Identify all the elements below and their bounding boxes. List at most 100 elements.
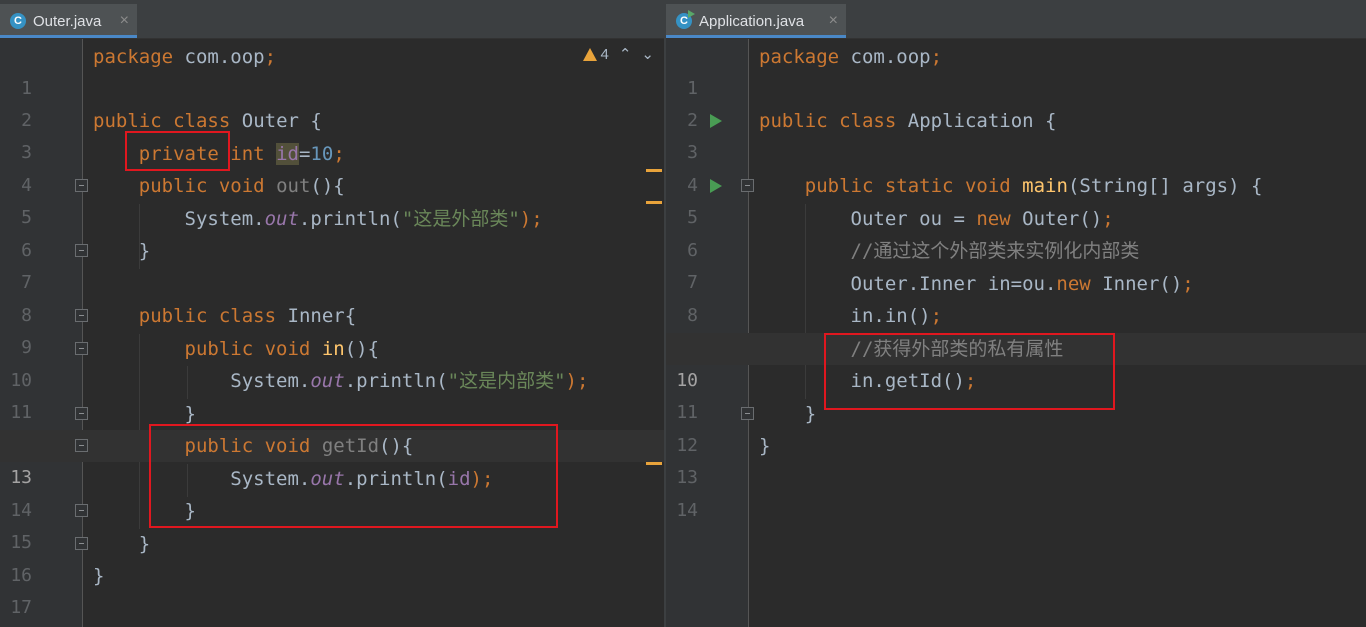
token: package xyxy=(759,46,840,68)
token: public xyxy=(138,305,208,327)
token: static xyxy=(884,175,954,197)
code-line: 17 } xyxy=(0,560,664,618)
token: public xyxy=(184,338,254,360)
code-line: 4 private int id=10; xyxy=(0,138,664,196)
fold-icon[interactable] xyxy=(741,179,754,192)
close-icon[interactable]: × xyxy=(829,13,838,29)
line-number: 14 xyxy=(676,500,698,521)
token: class xyxy=(218,305,277,327)
fold-icon[interactable] xyxy=(75,179,88,192)
token: Outer.Inner in=ou. xyxy=(850,273,1057,295)
token: { xyxy=(298,110,322,132)
token: in xyxy=(321,338,345,360)
code-editor[interactable]: 4 ⌃ ⌄ 1 package com.oop; 2 3 public clas… xyxy=(0,39,664,627)
token: Outer xyxy=(241,110,299,132)
code-line: 1 package com.oop; xyxy=(0,41,664,99)
token: class xyxy=(839,110,897,132)
annotation-box-private xyxy=(125,131,230,171)
fold-end-icon[interactable] xyxy=(75,244,88,257)
code-line: 1 package com.oop; xyxy=(666,41,1366,99)
java-run-class-icon: C xyxy=(676,10,695,29)
token: "这是内部类" xyxy=(447,370,566,392)
fold-end-icon[interactable] xyxy=(741,407,754,420)
fold-end-icon[interactable] xyxy=(75,537,88,550)
annotation-box-getid-call xyxy=(824,333,1115,410)
code-line: 2 xyxy=(666,73,1366,131)
code-line: 9 public class Inner{ xyxy=(0,300,664,358)
run-icon[interactable] xyxy=(710,179,722,193)
warning-stripe[interactable] xyxy=(646,201,662,204)
code-line: 3 public class Outer { xyxy=(0,105,664,163)
token: public xyxy=(804,175,874,197)
warning-stripe[interactable] xyxy=(646,462,662,465)
token: public xyxy=(138,175,208,197)
fold-end-icon[interactable] xyxy=(75,407,88,420)
token: ; xyxy=(264,46,277,68)
token: public xyxy=(759,110,828,132)
token: out xyxy=(276,175,311,197)
token: } xyxy=(138,533,151,555)
active-tab-indicator xyxy=(666,35,846,38)
fold-icon[interactable] xyxy=(75,342,88,355)
tab-bar: C Outer.java × xyxy=(0,0,664,39)
token: System. xyxy=(184,208,265,230)
annotation-box-getid xyxy=(149,424,558,528)
token: System. xyxy=(230,370,311,392)
fold-icon[interactable] xyxy=(75,309,88,322)
token: "这是外部类" xyxy=(401,208,520,230)
token: id xyxy=(276,143,299,165)
code-editor[interactable]: 1 package com.oop; 2 3 public class Appl… xyxy=(666,39,1366,627)
code-line: 18 xyxy=(0,593,664,625)
code-line: 13 } xyxy=(666,430,1366,488)
code-line: 10 public void in(){ xyxy=(0,333,664,391)
token: ); xyxy=(519,208,543,230)
code-line: 9 in.in(); xyxy=(666,300,1366,358)
token: //通过这个外部类来实例化内部类 xyxy=(850,240,1140,262)
token: Inner{ xyxy=(287,305,357,327)
run-icon[interactable] xyxy=(710,114,722,128)
token: int xyxy=(230,143,265,165)
token: void xyxy=(218,175,265,197)
token: { xyxy=(1033,110,1057,132)
token: 10 xyxy=(310,143,334,165)
code-line: 7 //通过这个外部类来实例化内部类 xyxy=(666,235,1366,293)
warning-stripe[interactable] xyxy=(646,169,662,172)
token: } xyxy=(138,240,151,262)
tab-outer-java[interactable]: C Outer.java × xyxy=(0,4,137,38)
editor-pane-outer: C Outer.java × 4 ⌃ ⌄ 1 package com.oop; … xyxy=(0,0,664,627)
token: } xyxy=(93,565,105,587)
tab-application-java[interactable]: C Application.java × xyxy=(666,4,846,38)
fold-end-icon[interactable] xyxy=(75,504,88,517)
token: Outer ou = xyxy=(850,208,977,230)
code-line: 6 Outer ou = new Outer(); xyxy=(666,203,1366,261)
code-line: 16 } xyxy=(0,528,664,586)
close-icon[interactable]: × xyxy=(120,13,129,29)
token: out xyxy=(264,208,299,230)
token: Outer() xyxy=(1010,208,1103,230)
token: ; xyxy=(930,46,943,68)
editor-pane-application: C Application.java × 1 package com.oop; … xyxy=(666,0,1366,627)
token: com.oop xyxy=(173,46,265,68)
java-class-icon: C xyxy=(10,13,26,29)
token: com.oop xyxy=(839,46,931,68)
tab-label: Application.java xyxy=(699,12,805,30)
code-line: 6 System.out.println("这是外部类"); xyxy=(0,203,664,261)
token: void xyxy=(964,175,1011,197)
code-line: 8 Outer.Inner in=ou.new Inner(); xyxy=(666,268,1366,326)
token: new xyxy=(976,208,1011,230)
code-line: 5 public void out(){ xyxy=(0,170,664,228)
token: (){ xyxy=(344,338,380,360)
token: .println( xyxy=(344,370,448,392)
active-tab-indicator xyxy=(0,35,137,38)
code-line: 5 public static void main(String[] args)… xyxy=(666,170,1366,228)
token: Application xyxy=(907,110,1034,132)
token: Inner() xyxy=(1090,273,1183,295)
code-line: 11 System.out.println("这是内部类"); xyxy=(0,365,664,423)
token: new xyxy=(1056,273,1091,295)
token: .println( xyxy=(298,208,402,230)
token: ; xyxy=(333,143,345,165)
code-line: 4 xyxy=(666,138,1366,196)
token: public xyxy=(93,110,162,132)
code-line: 8 xyxy=(0,268,664,326)
fold-icon[interactable] xyxy=(75,439,88,452)
